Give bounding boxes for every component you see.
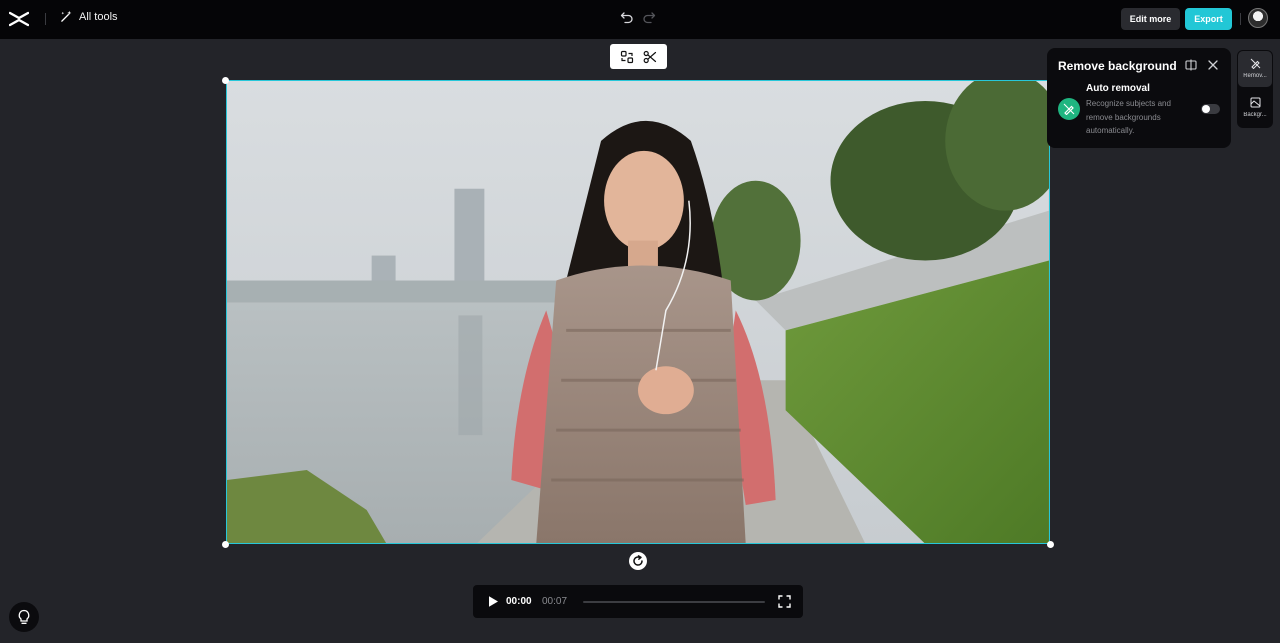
auto-removal-icon	[1058, 98, 1080, 120]
edit-more-button[interactable]: Edit more	[1121, 8, 1180, 30]
scissors-icon[interactable]	[643, 50, 657, 64]
avatar[interactable]	[1248, 8, 1268, 28]
total-time: 00:07	[542, 596, 568, 607]
playback-bar: 00:00 00:07	[473, 585, 803, 618]
background-icon	[1250, 97, 1260, 108]
playback-scrubber[interactable]	[583, 601, 765, 603]
undo-icon[interactable]	[620, 10, 634, 24]
resize-handle-bottom-left[interactable]	[222, 541, 229, 548]
toggle-knob	[1202, 105, 1210, 113]
canvas-toolbar	[610, 44, 667, 69]
video-frame-image	[227, 81, 1049, 543]
auto-removal-title: Auto removal	[1086, 83, 1150, 94]
redo-icon	[643, 12, 656, 24]
auto-removal-description: Recognize subjects and remove background…	[1086, 99, 1171, 135]
rail-item-label: Backgr...	[1243, 112, 1267, 118]
rail-item-label: Remov...	[1243, 73, 1267, 79]
eraser-icon	[1063, 103, 1075, 115]
top-bar: All tools Edit more Export	[0, 0, 1280, 39]
export-button[interactable]: Export	[1185, 8, 1232, 30]
magic-wand-icon	[61, 10, 72, 22]
capcut-logo-icon[interactable]	[9, 10, 29, 28]
auto-removal-toggle[interactable]	[1201, 104, 1220, 114]
remove-background-icon	[1250, 58, 1260, 69]
swap-icon[interactable]	[620, 50, 634, 64]
play-icon[interactable]	[487, 595, 499, 608]
current-time: 00:00	[506, 596, 532, 607]
rotate-button[interactable]	[629, 552, 647, 570]
resize-handle-top-left[interactable]	[222, 77, 229, 84]
all-tools-label: All tools	[79, 10, 118, 23]
lightbulb-icon	[18, 609, 30, 624]
resize-handle-bottom-right[interactable]	[1047, 541, 1054, 548]
topbar-divider	[45, 13, 46, 25]
rotate-icon	[633, 555, 643, 566]
compare-icon[interactable]	[1185, 59, 1197, 71]
close-icon[interactable]	[1208, 60, 1218, 70]
topbar-divider-right	[1240, 13, 1241, 25]
fullscreen-icon[interactable]	[778, 595, 791, 608]
video-preview[interactable]	[226, 80, 1050, 544]
all-tools-button[interactable]: All tools	[60, 10, 118, 23]
rail-item-background[interactable]: Backgr...	[1238, 90, 1272, 126]
remove-background-panel: Remove background Auto removal Recognize…	[1047, 48, 1231, 148]
rail-item-remove-background[interactable]: Remov...	[1238, 51, 1272, 87]
tool-rail: Remov... Backgr...	[1237, 50, 1273, 128]
panel-title: Remove background	[1058, 59, 1177, 73]
help-button[interactable]	[9, 602, 39, 632]
